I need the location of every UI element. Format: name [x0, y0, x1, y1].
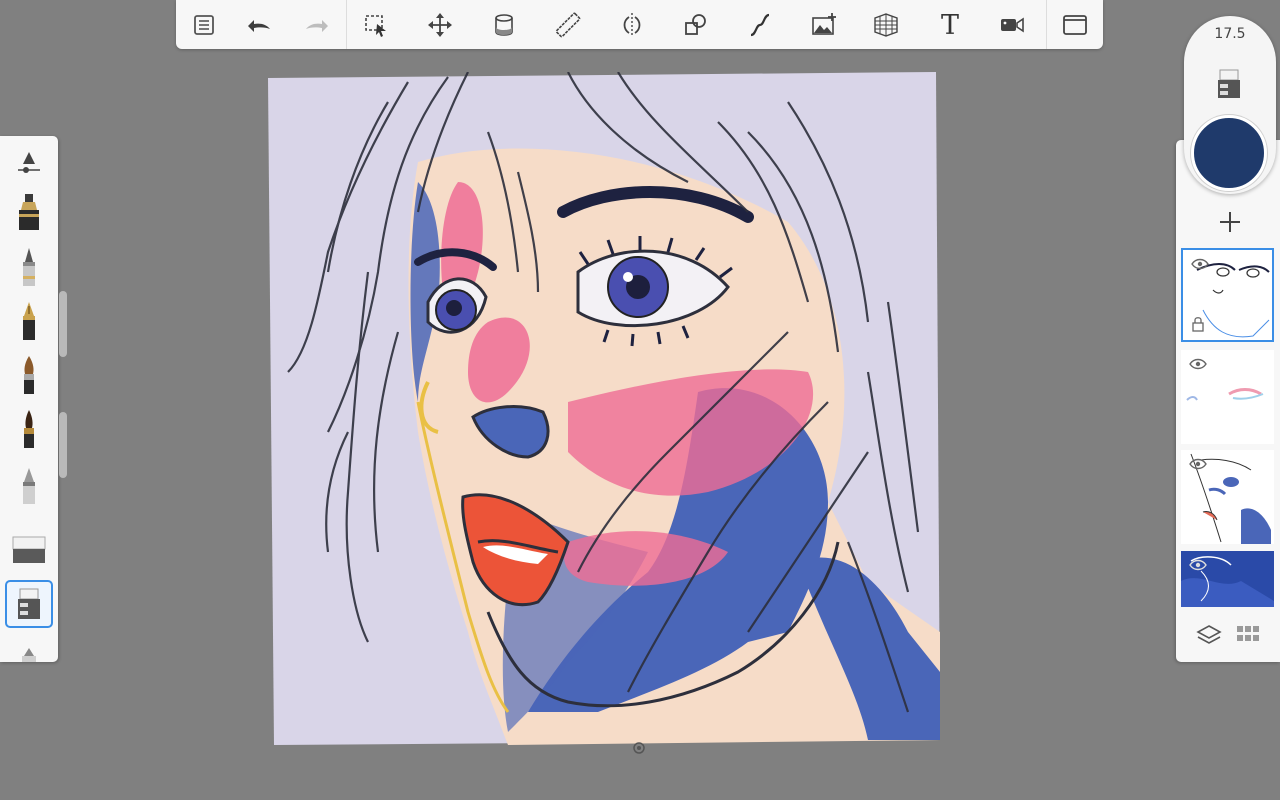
undo-icon[interactable] [242, 7, 278, 43]
time-lapse-icon[interactable] [994, 7, 1030, 43]
layer-visibility-eye-icon[interactable] [1189, 559, 1207, 571]
color-puck[interactable] [1191, 115, 1267, 191]
marker-brush-icon[interactable] [6, 190, 52, 236]
redo-icon[interactable] [298, 7, 334, 43]
eraser-icon[interactable] [6, 526, 52, 572]
pencil-brush-icon[interactable] [6, 244, 52, 290]
drawing-canvas[interactable] [268, 72, 940, 745]
soft-eraser-icon[interactable] [5, 580, 53, 628]
brush-properties-icon[interactable] [6, 140, 52, 186]
layer-grid-view-icon[interactable] [1236, 624, 1260, 646]
transform-icon[interactable] [422, 7, 458, 43]
toolbar-divider [346, 0, 347, 49]
layer-item[interactable] [1181, 450, 1274, 544]
ruler-icon[interactable] [550, 7, 586, 43]
text-icon[interactable]: T [932, 7, 968, 43]
layer-visibility-eye-icon[interactable] [1191, 258, 1209, 270]
brush-palette [0, 136, 58, 662]
selection-icon[interactable] [358, 7, 394, 43]
paintbrush-icon[interactable] [6, 352, 52, 398]
layer-item[interactable] [1181, 248, 1274, 342]
text-tool-glyph: T [940, 9, 959, 41]
fill-bucket-icon[interactable] [486, 7, 522, 43]
current-brush-icon [1214, 68, 1244, 104]
layer-visibility-eye-icon[interactable] [1189, 358, 1207, 370]
layer-item[interactable] [1181, 551, 1274, 607]
shapes-icon[interactable] [678, 7, 714, 43]
add-image-icon[interactable] [806, 7, 842, 43]
perspective-grid-icon[interactable] [868, 7, 904, 43]
symmetry-icon[interactable] [614, 7, 650, 43]
fullscreen-icon[interactable] [1057, 7, 1093, 43]
brush-palette-scroll-handle[interactable] [59, 412, 67, 478]
layer-lock-icon[interactable] [1191, 316, 1205, 332]
layer-item[interactable] [1181, 350, 1274, 444]
menu-list-icon[interactable] [186, 7, 222, 43]
brush-puck[interactable]: 17.5 [1184, 16, 1276, 194]
fountain-pen-brush-icon[interactable] [6, 298, 52, 344]
layers-icon[interactable] [1196, 622, 1222, 648]
top-toolbar: T [176, 0, 1103, 49]
layer-visibility-eye-icon[interactable] [1189, 458, 1207, 470]
ink-brush-icon[interactable] [6, 406, 52, 452]
airbrush-icon[interactable] [6, 462, 52, 508]
brush-palette-scroll-handle[interactable] [59, 291, 67, 357]
curve-icon[interactable] [742, 7, 778, 43]
canvas-rotate-handle[interactable] [633, 739, 645, 754]
toolbar-divider [1046, 0, 1047, 49]
brush-size-value: 17.5 [1214, 26, 1246, 42]
pencil-partial-icon[interactable] [6, 634, 52, 662]
add-layer-button[interactable] [1216, 208, 1244, 236]
